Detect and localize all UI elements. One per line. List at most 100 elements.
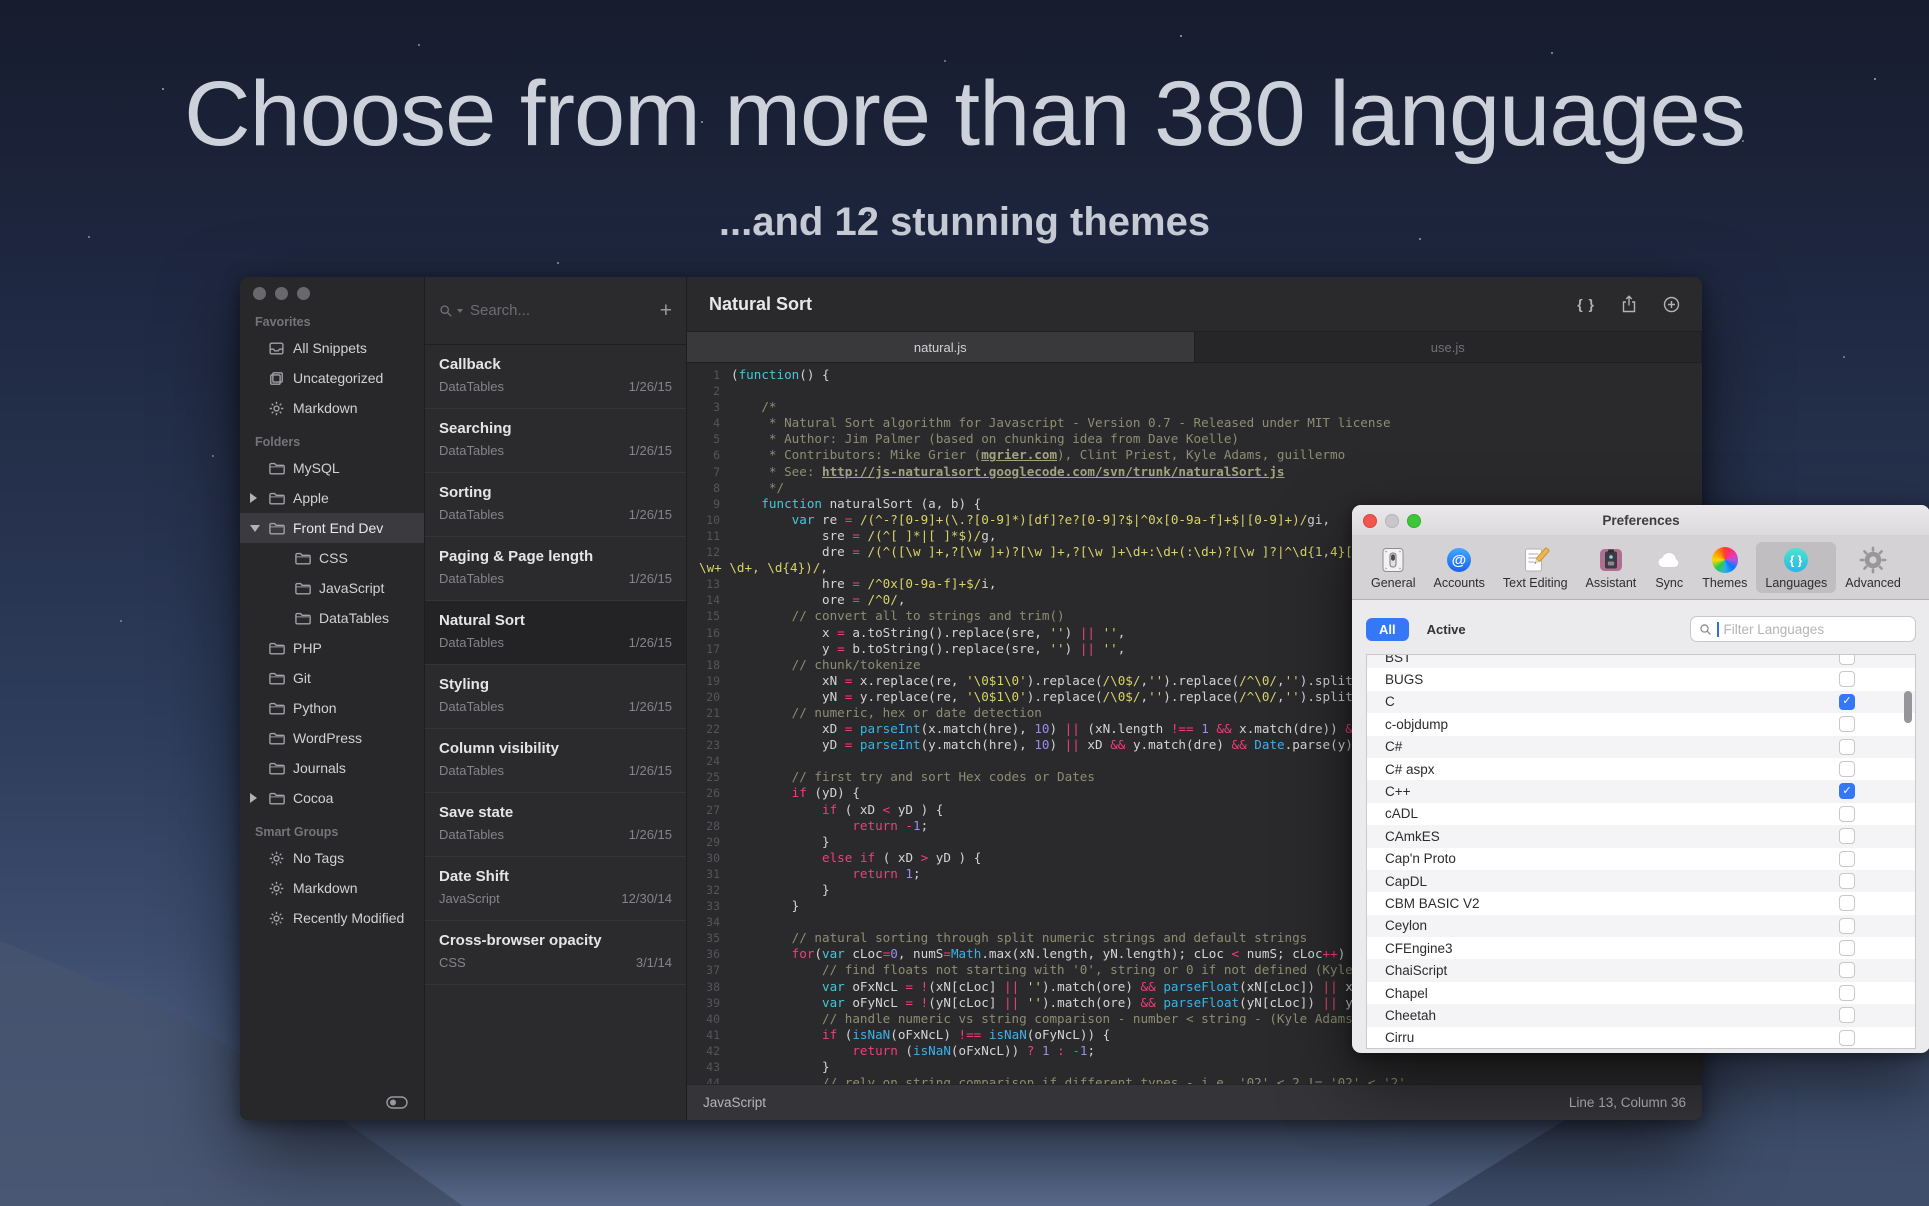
- sidebar-item-markdown[interactable]: Markdown: [240, 393, 424, 423]
- minimize-button[interactable]: [275, 287, 288, 300]
- language-checkbox[interactable]: [1839, 895, 1855, 911]
- language-list[interactable]: BSTBUGSC✓c-objdumpC#C# aspxC++✓cADLCAmkE…: [1366, 654, 1916, 1049]
- search-bar[interactable]: Search... +: [425, 277, 686, 345]
- minimize-button[interactable]: [1385, 514, 1399, 528]
- language-row-cirru[interactable]: Cirru: [1367, 1027, 1915, 1049]
- sidebar-item-mysql[interactable]: MySQL: [240, 453, 424, 483]
- zoom-button[interactable]: [1407, 514, 1421, 528]
- snippet-row-styling[interactable]: StylingDataTables1/26/15: [425, 665, 686, 729]
- code-text: x = a.toString().replace(sre, '') || '',: [731, 625, 1125, 641]
- sidebar-item-javascript[interactable]: JavaScript: [240, 573, 424, 603]
- language-checkbox[interactable]: ✓: [1839, 694, 1855, 710]
- search-input[interactable]: Search...: [470, 302, 653, 319]
- sidebar-item-git[interactable]: Git: [240, 663, 424, 693]
- filter-all-button[interactable]: All: [1366, 618, 1409, 641]
- chevron-down-icon[interactable]: [250, 525, 260, 532]
- sidebar-item-apple[interactable]: Apple: [240, 483, 424, 513]
- share-icon[interactable]: [1621, 295, 1637, 313]
- language-row-cap-n-proto[interactable]: Cap'n Proto: [1367, 848, 1915, 870]
- language-row-c-aspx[interactable]: C# aspx: [1367, 758, 1915, 780]
- prefs-tab-assistant[interactable]: Assistant: [1577, 542, 1646, 593]
- snippet-row-date-shift[interactable]: Date ShiftJavaScript12/30/14: [425, 857, 686, 921]
- prefs-tab-advanced[interactable]: Advanced: [1836, 542, 1910, 593]
- snippet-row-callback[interactable]: CallbackDataTables1/26/15: [425, 345, 686, 409]
- language-row-c[interactable]: C✓: [1367, 691, 1915, 713]
- sidebar-item-front-end-dev[interactable]: Front End Dev: [240, 513, 424, 543]
- language-checkbox[interactable]: [1839, 918, 1855, 934]
- language-row-ceylon[interactable]: Ceylon: [1367, 915, 1915, 937]
- window-controls[interactable]: [253, 287, 310, 300]
- language-checkbox[interactable]: [1839, 739, 1855, 755]
- tab-natural-js[interactable]: natural.js: [687, 332, 1195, 362]
- sidebar-item-datatables[interactable]: DataTables: [240, 603, 424, 633]
- sidebar-item-no-tags[interactable]: No Tags: [240, 843, 424, 873]
- sidebar-item-cocoa[interactable]: Cocoa: [240, 783, 424, 813]
- snippet-row-cross-browser-opacity[interactable]: Cross-browser opacityCSS3/1/14: [425, 921, 686, 985]
- filter-languages-input[interactable]: Filter Languages: [1690, 616, 1916, 642]
- language-checkbox[interactable]: [1839, 806, 1855, 822]
- sidebar-item-journals[interactable]: Journals: [240, 753, 424, 783]
- language-row-chapel[interactable]: Chapel: [1367, 982, 1915, 1004]
- sidebar-item-all-snippets[interactable]: All Snippets: [240, 333, 424, 363]
- snippet-row-sorting[interactable]: SortingDataTables1/26/15: [425, 473, 686, 537]
- prefs-tab-text-editing[interactable]: Text Editing: [1494, 542, 1577, 593]
- language-row-bst[interactable]: BST: [1367, 654, 1915, 668]
- zoom-button[interactable]: [297, 287, 310, 300]
- snippet-row-paging-page-length[interactable]: Paging & Page lengthDataTables1/26/15: [425, 537, 686, 601]
- snippet-row-column-visibility[interactable]: Column visibilityDataTables1/26/15: [425, 729, 686, 793]
- language-row-bugs[interactable]: BUGS: [1367, 668, 1915, 690]
- language-checkbox[interactable]: [1839, 716, 1855, 732]
- language-row-camkes[interactable]: CAmkES: [1367, 825, 1915, 847]
- language-row-c[interactable]: C#: [1367, 736, 1915, 758]
- language-checkbox[interactable]: [1839, 828, 1855, 844]
- prefs-tab-themes[interactable]: Themes: [1693, 542, 1756, 593]
- language-checkbox[interactable]: [1839, 1030, 1855, 1046]
- language-checkbox[interactable]: [1839, 851, 1855, 867]
- sidebar-item-markdown[interactable]: Markdown: [240, 873, 424, 903]
- filter-active-button[interactable]: Active: [1427, 622, 1466, 637]
- sidebar: FavoritesAll SnippetsUncategorizedMarkdo…: [240, 277, 425, 1120]
- add-circle-icon[interactable]: [1663, 296, 1680, 313]
- sidebar-item-php[interactable]: PHP: [240, 633, 424, 663]
- language-row-chaiscript[interactable]: ChaiScript: [1367, 959, 1915, 981]
- preferences-window-controls[interactable]: [1363, 514, 1421, 528]
- language-checkbox[interactable]: [1839, 654, 1855, 665]
- sidebar-item-wordpress[interactable]: WordPress: [240, 723, 424, 753]
- language-checkbox[interactable]: [1839, 962, 1855, 978]
- language-row-c[interactable]: C++✓: [1367, 780, 1915, 802]
- sidebar-item-recently-modified[interactable]: Recently Modified: [240, 903, 424, 933]
- braces-icon[interactable]: { }: [1577, 296, 1595, 312]
- language-checkbox[interactable]: [1839, 671, 1855, 687]
- prefs-tab-languages[interactable]: { }Languages: [1756, 542, 1836, 593]
- language-checkbox[interactable]: ✓: [1839, 783, 1855, 799]
- language-checkbox[interactable]: [1839, 873, 1855, 889]
- language-row-capdl[interactable]: CapDL: [1367, 870, 1915, 892]
- language-checkbox[interactable]: [1839, 985, 1855, 1001]
- add-snippet-button[interactable]: +: [660, 300, 672, 321]
- language-row-cheetah[interactable]: Cheetah: [1367, 1004, 1915, 1026]
- scrollbar-thumb[interactable]: [1904, 691, 1912, 723]
- sidebar-item-uncategorized[interactable]: Uncategorized: [240, 363, 424, 393]
- prefs-tab-sync[interactable]: Sync: [1645, 542, 1693, 593]
- language-checkbox[interactable]: [1839, 761, 1855, 777]
- language-row-cfengine3[interactable]: CFEngine3: [1367, 937, 1915, 959]
- language-checkbox[interactable]: [1839, 940, 1855, 956]
- line-number: 21: [687, 705, 731, 721]
- sidebar-item-css[interactable]: CSS: [240, 543, 424, 573]
- language-row-cadl[interactable]: cADL: [1367, 803, 1915, 825]
- close-button[interactable]: [1363, 514, 1377, 528]
- sidebar-item-python[interactable]: Python: [240, 693, 424, 723]
- chevron-right-icon[interactable]: [250, 793, 257, 803]
- tab-use-js[interactable]: use.js: [1195, 332, 1703, 362]
- prefs-tab-general[interactable]: General: [1362, 542, 1424, 593]
- sidebar-toggle-icon[interactable]: [386, 1095, 408, 1110]
- language-row-c-objdump[interactable]: c-objdump: [1367, 713, 1915, 735]
- chevron-right-icon[interactable]: [250, 493, 257, 503]
- language-row-cbm-basic-v2[interactable]: CBM BASIC V2: [1367, 892, 1915, 914]
- close-button[interactable]: [253, 287, 266, 300]
- snippet-row-searching[interactable]: SearchingDataTables1/26/15: [425, 409, 686, 473]
- snippet-row-natural-sort[interactable]: Natural SortDataTables1/26/15: [425, 601, 686, 665]
- snippet-row-save-state[interactable]: Save stateDataTables1/26/15: [425, 793, 686, 857]
- prefs-tab-accounts[interactable]: @Accounts: [1424, 542, 1493, 593]
- language-checkbox[interactable]: [1839, 1007, 1855, 1023]
